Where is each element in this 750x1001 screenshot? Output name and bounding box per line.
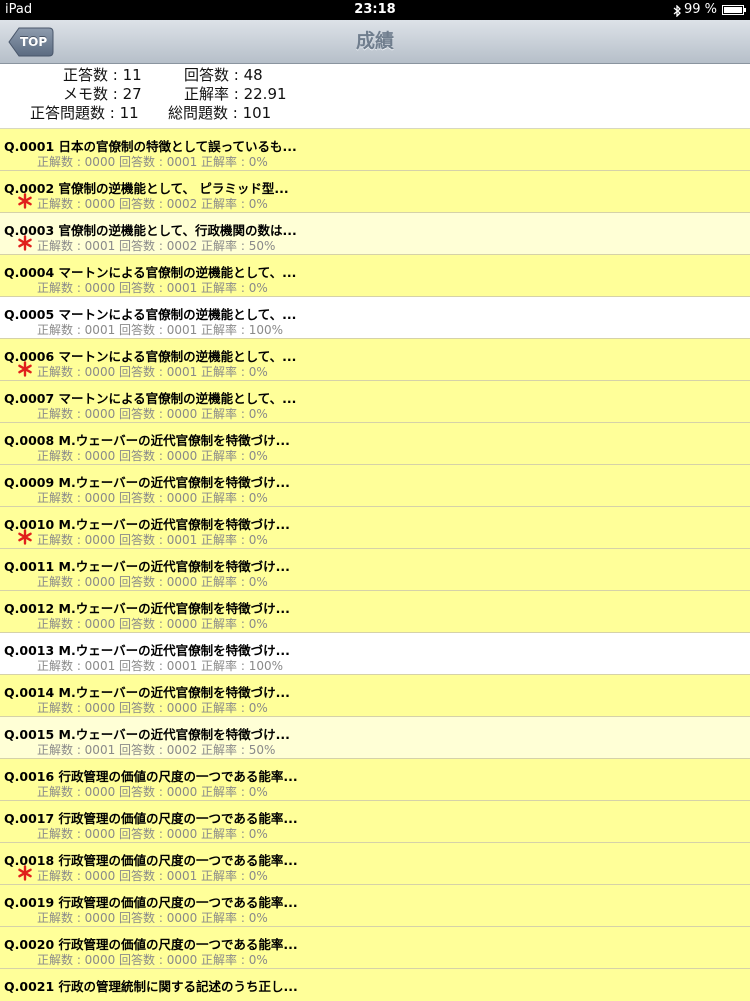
- correct-questions: 正答問題数 : 11: [30, 104, 139, 122]
- question-stats: 正解数 : 0001 回答数 : 0002 正解率 : 50%: [37, 743, 276, 757]
- question-stats: 正解数 : 0000 回答数 : 0001 正解率 : 0%: [37, 281, 268, 295]
- question-stats: 正解数 : 0000 回答数 : 0000 正解率 : 0%: [37, 785, 268, 799]
- memo-asterisk-icon: [17, 193, 33, 209]
- question-row[interactable]: Q.0015 M.ウェーバーの近代官僚制を特徴づけ... 正解数 : 0001 回…: [0, 717, 750, 759]
- question-row[interactable]: Q.0005 マートンによる官僚制の逆機能として、... 正解数 : 0001 回…: [0, 297, 750, 339]
- question-row[interactable]: Q.0008 M.ウェーバーの近代官僚制を特徴づけ... 正解数 : 0000 回…: [0, 423, 750, 465]
- score-summary: 正答数 : 11 回答数 : 48 メモ数 : 27 正解率 : 22.91 正…: [0, 64, 750, 128]
- question-stats: 正解数 : 0000 回答数 : 0001 正解率 : 0%: [37, 869, 268, 883]
- question-stats: 正解数 : 0000 回答数 : 0001 正解率 : 0%: [37, 155, 268, 169]
- status-bar: iPad 23:18 99 %: [0, 0, 750, 20]
- battery-icon: [722, 5, 746, 15]
- question-stats: 正解数 : 0000 回答数 : 0001 正解率 : 0%: [37, 533, 268, 547]
- memo-count: メモ数 : 27: [63, 85, 142, 103]
- clock: 23:18: [354, 2, 396, 17]
- question-stats: 正解数 : 0000 回答数 : 0000 正解率 : 0%: [37, 911, 268, 925]
- question-row[interactable]: Q.0007 マートンによる官僚制の逆機能として、... 正解数 : 0000 回…: [0, 381, 750, 423]
- question-stats: 正解数 : 0000 回答数 : 0002 正解率 : 0%: [37, 197, 268, 211]
- question-row[interactable]: Q.0021 行政の管理統制に関する記述のうち正し...: [0, 969, 750, 1001]
- question-list[interactable]: Q.0001 日本の官僚制の特徴として誤っているも... 正解数 : 0000 回…: [0, 128, 750, 1001]
- navigation-bar: TOP 成績: [0, 20, 750, 64]
- question-row[interactable]: Q.0012 M.ウェーバーの近代官僚制を特徴づけ... 正解数 : 0000 回…: [0, 591, 750, 633]
- page-title: 成績: [355, 30, 394, 52]
- question-row[interactable]: Q.0001 日本の官僚制の特徴として誤っているも... 正解数 : 0000 回…: [0, 129, 750, 171]
- question-stats: 正解数 : 0000 回答数 : 0000 正解率 : 0%: [37, 575, 268, 589]
- question-stats: 正解数 : 0000 回答数 : 0000 正解率 : 0%: [37, 617, 268, 631]
- question-stats: 正解数 : 0000 回答数 : 0000 正解率 : 0%: [37, 449, 268, 463]
- question-row[interactable]: Q.0009 M.ウェーバーの近代官僚制を特徴づけ... 正解数 : 0000 回…: [0, 465, 750, 507]
- question-stats: 正解数 : 0000 回答数 : 0001 正解率 : 0%: [37, 365, 268, 379]
- question-stats: 正解数 : 0001 回答数 : 0001 正解率 : 100%: [37, 323, 284, 337]
- answer-count: 回答数 : 48: [184, 66, 263, 84]
- question-stats: 正解数 : 0001 回答数 : 0002 正解率 : 50%: [37, 239, 276, 253]
- question-row[interactable]: Q.0002 官僚制の逆機能として、 ピラミッド型... 正解数 : 0000 回…: [0, 171, 750, 213]
- question-stats: 正解数 : 0001 回答数 : 0001 正解率 : 100%: [37, 659, 284, 673]
- memo-asterisk-icon: [17, 361, 33, 377]
- question-row[interactable]: Q.0014 M.ウェーバーの近代官僚制を特徴づけ... 正解数 : 0000 回…: [0, 675, 750, 717]
- correct-count: 正答数 : 11: [63, 66, 142, 84]
- question-stats: 正解数 : 0000 回答数 : 0000 正解率 : 0%: [37, 953, 268, 967]
- question-stats: 正解数 : 0000 回答数 : 0000 正解率 : 0%: [37, 407, 268, 421]
- question-row[interactable]: Q.0016 行政管理の価値の尺度の一つである能率... 正解数 : 0000 回…: [0, 759, 750, 801]
- question-row[interactable]: Q.0020 行政管理の価値の尺度の一つである能率... 正解数 : 0000 回…: [0, 927, 750, 969]
- question-row[interactable]: Q.0006 マートンによる官僚制の逆機能として、... 正解数 : 0000 回…: [0, 339, 750, 381]
- battery-percentage: 99 %: [683, 2, 717, 17]
- question-stats: 正解数 : 0000 回答数 : 0000 正解率 : 0%: [37, 491, 268, 505]
- question-row[interactable]: Q.0010 M.ウェーバーの近代官僚制を特徴づけ... 正解数 : 0000 回…: [0, 507, 750, 549]
- question-row[interactable]: Q.0017 行政管理の価値の尺度の一つである能率... 正解数 : 0000 回…: [0, 801, 750, 843]
- question-stats: 正解数 : 0000 回答数 : 0000 正解率 : 0%: [37, 827, 268, 841]
- question-row[interactable]: Q.0013 M.ウェーバーの近代官僚制を特徴づけ... 正解数 : 0001 回…: [0, 633, 750, 675]
- question-row[interactable]: Q.0003 官僚制の逆機能として、行政機関の数は... 正解数 : 0001 回…: [0, 213, 750, 255]
- question-row[interactable]: Q.0018 行政管理の価値の尺度の一つである能率... 正解数 : 0000 回…: [0, 843, 750, 885]
- question-row[interactable]: Q.0011 M.ウェーバーの近代官僚制を特徴づけ... 正解数 : 0000 回…: [0, 549, 750, 591]
- question-row[interactable]: Q.0019 行政管理の価値の尺度の一つである能率... 正解数 : 0000 回…: [0, 885, 750, 927]
- memo-asterisk-icon: [17, 529, 33, 545]
- question-title: Q.0021 行政の管理統制に関する記述のうち正し...: [4, 979, 298, 994]
- memo-asterisk-icon: [17, 865, 33, 881]
- memo-asterisk-icon: [17, 235, 33, 251]
- question-stats: 正解数 : 0000 回答数 : 0000 正解率 : 0%: [37, 701, 268, 715]
- question-row[interactable]: Q.0004 マートンによる官僚制の逆機能として、... 正解数 : 0000 回…: [0, 255, 750, 297]
- correct-rate: 正解率 : 22.91: [184, 85, 287, 103]
- total-questions: 総問題数 : 101: [168, 104, 272, 122]
- battery-fill: [724, 7, 742, 13]
